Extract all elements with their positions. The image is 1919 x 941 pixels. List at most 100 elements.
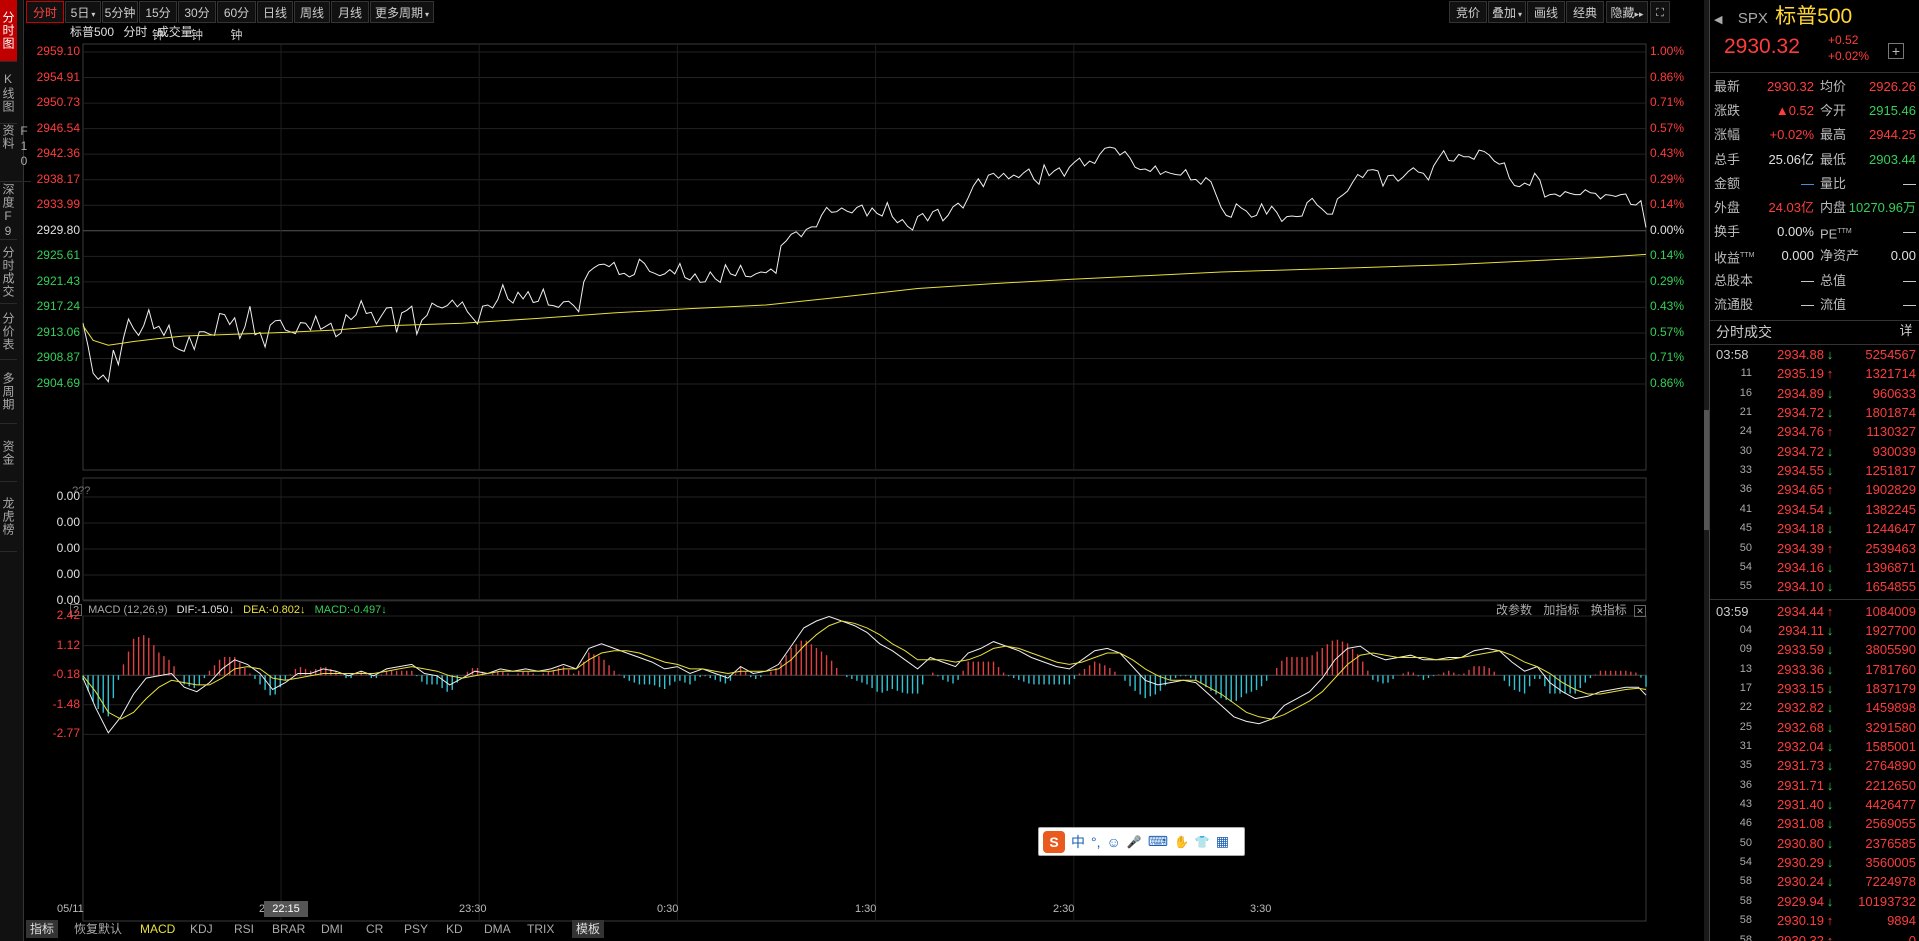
period-label: 月线 — [337, 6, 362, 20]
macd-tick-label: 2.42 — [56, 608, 80, 622]
pct-tick-label: 0.86% — [1650, 69, 1685, 84]
price-tick-label: 2929.80 — [36, 222, 80, 237]
ime-skin-icon[interactable]: 👕 — [1195, 835, 1210, 849]
indicator-tab-trix[interactable]: TRIX — [523, 920, 558, 938]
ime-hand-icon[interactable]: ✋ — [1174, 835, 1189, 849]
arrow-down-icon: ↓ — [1826, 700, 1834, 716]
indicator-label[interactable]: 指标 — [26, 920, 59, 938]
ime-menu-grid-icon[interactable]: ▦ — [1216, 833, 1229, 850]
toolbar-right-button-1[interactable]: 叠加 ▾ — [1488, 1, 1526, 23]
quote-label: 外盘 — [1714, 197, 1740, 219]
trade-time: 50 — [1739, 541, 1752, 554]
restore-default-button[interactable]: 恢复默认 — [70, 920, 126, 938]
period-button-4[interactable]: 30分钟 — [178, 1, 216, 42]
left-tab-7[interactable]: 资金 — [0, 424, 17, 482]
left-tab-0[interactable]: 分时图 — [0, 0, 17, 62]
arrow-down-icon: ↓ — [1826, 559, 1834, 575]
arrow-down-icon: ↓ — [1826, 642, 1834, 658]
add-to-watchlist-icon[interactable]: + — [1888, 43, 1904, 59]
trade-time: 13 — [1739, 662, 1752, 675]
trade-row: 21 2934.72 ↓ 1801874 — [1710, 403, 1919, 422]
quote-row: 涨跌 ▲0.52 今开 2915.46 — [1710, 100, 1919, 122]
left-tab-6[interactable]: 多周期 — [0, 360, 17, 424]
period-button-5[interactable]: 60分钟 — [217, 1, 256, 42]
price-tick-label: 2942.36 — [36, 146, 80, 161]
trade-time: 25 — [1739, 720, 1752, 733]
time-cursor-label: 22:15 — [264, 901, 308, 917]
indicator-tab-brar[interactable]: BRAR — [268, 920, 309, 938]
period-button-6[interactable]: 日线 — [257, 1, 293, 23]
price-tick-label: 2917.24 — [36, 299, 80, 314]
indicator-tab-macd[interactable]: MACD — [136, 920, 179, 938]
chevron-down-icon: ▾ — [91, 10, 96, 19]
chart-canvas[interactable] — [26, 24, 1704, 927]
toolbar-right-label: 画线 — [1533, 6, 1558, 20]
indicator-tab-cr[interactable]: CR — [362, 920, 387, 938]
toolbar-right-button-4[interactable]: 隐藏▸▸ — [1606, 1, 1648, 23]
macd-add-indicator-button[interactable]: 加指标 — [1543, 603, 1579, 617]
period-button-3[interactable]: 15分钟 — [139, 1, 177, 42]
trade-price: 2934.10 — [1777, 579, 1824, 595]
quote-change-pct: +0.02% — [1828, 49, 1870, 63]
indicator-tab-dmi[interactable]: DMI — [317, 920, 347, 938]
fullscreen-icon[interactable]: ⛶ — [1650, 1, 1670, 23]
trade-row: 03:58 2934.88 ↓ 5254567 — [1710, 345, 1919, 364]
ime-keyboard-icon[interactable]: ⌨ — [1148, 833, 1168, 850]
ime-mode-toggle[interactable]: 中 — [1071, 832, 1085, 852]
back-icon[interactable]: ◀ — [1714, 14, 1722, 26]
trade-row: 54 2930.29 ↓ 3560005 — [1710, 853, 1919, 872]
trades-detail-button[interactable]: 详 — [1898, 323, 1914, 339]
quote-label: 换手 — [1714, 221, 1740, 243]
ime-emoji-icon[interactable]: ☺ — [1107, 834, 1121, 850]
pct-tick-label: 0.71% — [1650, 350, 1685, 365]
trade-volume: 1382245 — [1865, 501, 1916, 517]
trade-price: 2934.44 — [1777, 603, 1824, 619]
left-tab-8[interactable]: 龙虎榜 — [0, 482, 17, 552]
left-tab-1[interactable]: K线图 — [0, 62, 17, 124]
ime-toolbar[interactable]: S 中 °, ☺ 🎤 ⌨ ✋ 👕 ▦ — [1038, 827, 1245, 856]
arrow-down-icon: ↓ — [1826, 661, 1834, 677]
quote-row: 总股本 — 总值 — — [1710, 270, 1919, 292]
toolbar-right-label: 叠加 — [1491, 6, 1516, 20]
quote-label-text: PE — [1820, 226, 1838, 242]
toolbar-right-button-3[interactable]: 经典 — [1566, 1, 1604, 23]
macd-change-params-button[interactable]: 改参数 — [1496, 603, 1532, 617]
indicator-tab-kd[interactable]: KD — [442, 920, 467, 938]
time-tick-label: 1:30 — [855, 903, 877, 915]
ime-logo-icon[interactable]: S — [1043, 830, 1065, 853]
toolbar-right-button-0[interactable]: 竞价 — [1449, 1, 1487, 23]
trade-volume: 1459898 — [1865, 700, 1916, 716]
trade-time: 36 — [1739, 778, 1752, 791]
indicator-tab-dma[interactable]: DMA — [480, 920, 515, 938]
trade-time: 31 — [1739, 740, 1752, 752]
left-tab-3[interactable]: 深度F9 — [0, 182, 17, 240]
left-tab-4[interactable]: 分时成交 — [0, 240, 17, 304]
trade-time: 54 — [1739, 856, 1752, 869]
indicator-tab-psy[interactable]: PSY — [400, 920, 432, 938]
arrow-up-icon: ↑ — [1826, 913, 1834, 929]
quote-label: 涨幅 — [1714, 124, 1740, 146]
arrow-down-icon: ↓ — [1826, 622, 1834, 638]
trade-row: 36 2931.71 ↓ 2212650 — [1710, 776, 1919, 795]
period-button-8[interactable]: 月线 — [331, 1, 369, 23]
legend-index-name: 标普500 — [70, 25, 115, 39]
quote-label: 金额 — [1714, 173, 1740, 195]
left-tab-5[interactable]: 分价表 — [0, 304, 17, 360]
period-button-7[interactable]: 周线 — [294, 1, 330, 23]
period-label: 5分钟 — [104, 6, 136, 20]
trade-row: 22 2932.82 ↓ 1459898 — [1710, 698, 1919, 717]
indicator-tab-kdj[interactable]: KDJ — [186, 920, 217, 938]
indicator-tab-rsi[interactable]: RSI — [230, 920, 258, 938]
period-button-2[interactable]: 5分钟 — [102, 1, 138, 23]
macd-swap-indicator-button[interactable]: 换指标 — [1591, 603, 1627, 617]
price-tick-label: 2938.17 — [36, 171, 80, 186]
macd-close-icon[interactable]: ✕ — [1634, 605, 1647, 617]
period-button-9[interactable]: 更多周期 ▾ — [370, 1, 434, 23]
period-button-1[interactable]: 5日 ▾ — [65, 1, 101, 23]
template-button[interactable]: 模板 — [572, 920, 605, 938]
trade-volume: 2212650 — [1865, 777, 1916, 793]
period-button-0[interactable]: 分时 — [26, 1, 64, 23]
ime-mic-icon[interactable]: 🎤 — [1127, 835, 1142, 849]
ime-punct-toggle[interactable]: °, — [1091, 834, 1101, 850]
toolbar-right-button-2[interactable]: 画线 — [1527, 1, 1565, 23]
